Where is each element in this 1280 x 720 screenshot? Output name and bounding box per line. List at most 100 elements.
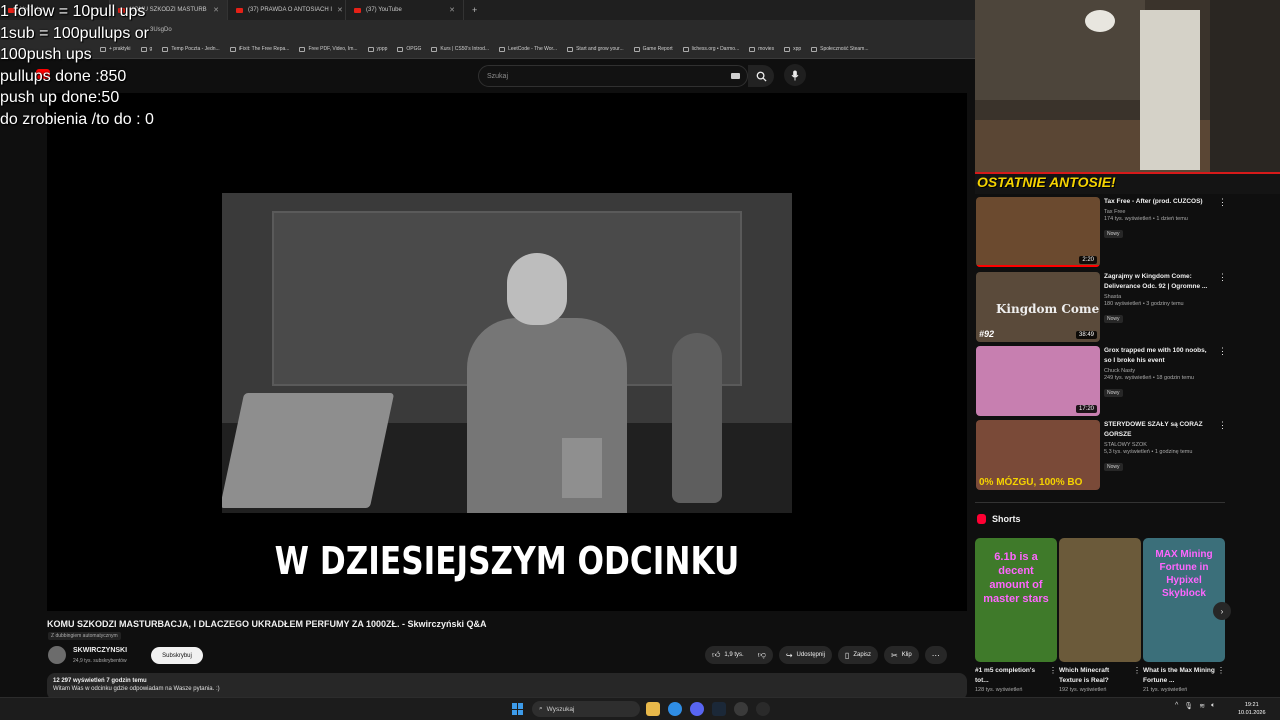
- bookmark-item[interactable]: lichess.org • Darmo...: [682, 46, 739, 52]
- subscribe-button[interactable]: Subskrybuj: [151, 647, 203, 664]
- share-button[interactable]: ↪ Udostępnij: [778, 646, 832, 664]
- clock-date: 10.01.2026: [1238, 710, 1266, 716]
- keyboard-icon[interactable]: [731, 73, 740, 79]
- video-title[interactable]: STERYDOWE SZAŁY są CORAZ GORSZE: [1104, 420, 1212, 440]
- new-badge: Nowy: [1104, 463, 1123, 471]
- folder-icon: [397, 46, 404, 52]
- overlay-line: pullups done :850: [0, 67, 127, 85]
- chrome-icon[interactable]: [668, 702, 682, 716]
- channel-name[interactable]: Tax Free: [1104, 209, 1212, 215]
- short-thumbnail[interactable]: 6.1b is a decent amount of master stars: [975, 538, 1057, 662]
- close-icon[interactable]: ✕: [213, 6, 219, 14]
- bookmark-icon: ▯: [844, 650, 850, 660]
- bookmark-item[interactable]: iFixit: The Free Repa...: [229, 46, 289, 52]
- bookmark-item[interactable]: yppp: [367, 46, 387, 52]
- short-title[interactable]: What is the Max Mining Fortune ...: [1143, 666, 1215, 686]
- obs-icon[interactable]: [734, 702, 748, 716]
- save-button[interactable]: ▯ Zapisz: [837, 646, 878, 664]
- more-vertical-icon[interactable]: ⋮: [1217, 666, 1225, 675]
- bookmark-item[interactable]: Free PDF, Video, Im...: [299, 46, 358, 52]
- recommended-video[interactable]: Kingdom Come #92 38:49 Zagrajmy w Kingdo…: [976, 272, 1227, 344]
- video-thumbnail[interactable]: 0% MÓZGU, 100% BO: [976, 420, 1100, 490]
- microphone-icon[interactable]: 🎙︎: [1184, 702, 1193, 710]
- share-icon: ↪: [785, 650, 793, 660]
- more-actions-button[interactable]: ⋯: [924, 646, 947, 664]
- short-thumbnail[interactable]: [1059, 538, 1141, 662]
- more-vertical-icon[interactable]: ⋮: [1218, 197, 1227, 208]
- taskbar-search[interactable]: ⌕ Wyszukaj: [532, 701, 640, 717]
- recommended-video[interactable]: 17:20 Grox trapped me with 100 noobs, so…: [976, 346, 1227, 418]
- chevron-right-icon: ›: [1220, 606, 1224, 616]
- more-vertical-icon[interactable]: ⋮: [1049, 666, 1057, 675]
- video-title[interactable]: Grox trapped me with 100 noobs, so I bro…: [1104, 346, 1212, 366]
- search-input[interactable]: Szukaj: [478, 65, 748, 87]
- browser-tab-3[interactable]: (37) PRAWDA O ANTOSIACH I ✕: [228, 0, 346, 20]
- youtube-favicon-icon: [236, 7, 243, 13]
- dubbing-label: Z dubbingiem automatycznym: [48, 632, 121, 640]
- search-button[interactable]: [748, 65, 774, 87]
- browser-tab-4[interactable]: (37) YouTube ✕: [346, 0, 464, 20]
- divider: [975, 502, 1225, 503]
- video-title: KOMU SZKODZI MASTURBACJA, I DLACZEGO UKR…: [47, 619, 487, 629]
- video-title[interactable]: Tax Free - After (prod. CUZCOS): [1104, 197, 1212, 207]
- bookmark-item[interactable]: Game Report: [633, 46, 673, 52]
- volume-icon[interactable]: 🔈︎: [1211, 702, 1215, 710]
- channel-avatar[interactable]: [48, 646, 66, 664]
- bookmark-item[interactable]: Start and grow your...: [567, 46, 624, 52]
- bookmark-favicon-icon: [567, 46, 574, 52]
- shorts-next-button[interactable]: ›: [1213, 602, 1231, 620]
- chevron-up-icon[interactable]: ^: [1175, 702, 1178, 710]
- channel-name[interactable]: Chuck Nasty: [1104, 368, 1212, 374]
- more-vertical-icon[interactable]: ⋮: [1218, 346, 1227, 357]
- recommended-video[interactable]: 2:20 Tax Free - After (prod. CUZCOS) Tax…: [976, 197, 1227, 269]
- thumbnail-text: MAX Mining Fortune in Hypixel Skyblock: [1155, 549, 1213, 599]
- video-thumbnail[interactable]: 2:20: [976, 197, 1100, 267]
- short-title[interactable]: Which Minecraft Texture is Real?: [1059, 666, 1131, 686]
- bookmark-item[interactable]: Społeczność Steam...: [811, 46, 869, 52]
- bookmark-item[interactable]: Kurs | CS50's Introd...: [431, 46, 489, 52]
- recommended-video[interactable]: 0% MÓZGU, 100% BO STERYDOWE SZAŁY są COR…: [976, 420, 1227, 492]
- short-card[interactable]: MAX Mining Fortune in Hypixel Skyblock W…: [1143, 538, 1225, 693]
- windows-start-icon[interactable]: [512, 703, 524, 715]
- new-badge: Nowy: [1104, 389, 1123, 397]
- short-card[interactable]: Which Minecraft Texture is Real? 192 tys…: [1059, 538, 1141, 693]
- bookmark-item[interactable]: LeetCode - The Wor...: [499, 46, 557, 52]
- channel-name[interactable]: Shasta: [1104, 294, 1212, 300]
- video-thumbnail[interactable]: Kingdom Come #92 38:49: [976, 272, 1100, 342]
- scissors-icon: ✂: [890, 650, 898, 660]
- more-vertical-icon[interactable]: ⋮: [1133, 666, 1141, 675]
- video-title[interactable]: Zagrajmy w Kingdom Come: Deliverance Odc…: [1104, 272, 1212, 292]
- like-button[interactable]: 👍︎ 1,9 tys. 👎︎: [705, 646, 773, 664]
- new-badge: Nowy: [1104, 315, 1123, 323]
- bookmark-item[interactable]: Temp Poczta - Jedn...: [162, 46, 220, 52]
- system-clock[interactable]: 19:21 10.01.2026: [1238, 701, 1266, 717]
- bookmark-item[interactable]: xpp: [784, 46, 801, 52]
- new-tab-icon[interactable]: +: [464, 5, 485, 15]
- description-box[interactable]: 12 297 wyświetleń 7 godzin temu Witam Wa…: [47, 673, 967, 700]
- channel-name[interactable]: STALOWY SZOK: [1104, 442, 1212, 448]
- close-icon[interactable]: ✕: [449, 6, 455, 14]
- duration-badge: 17:20: [1075, 405, 1097, 413]
- wifi-icon[interactable]: ≋: [1199, 702, 1205, 710]
- channel-name[interactable]: SKWIRCZYNSKI: [73, 647, 127, 654]
- short-views: 128 tys. wyświetleń: [975, 687, 1023, 693]
- bookmark-item[interactable]: OPGG: [397, 46, 421, 52]
- file-explorer-icon[interactable]: [646, 702, 660, 716]
- wooden-statue: [672, 333, 722, 503]
- clip-button[interactable]: ✂ Klip: [883, 646, 919, 664]
- short-thumbnail[interactable]: MAX Mining Fortune in Hypixel Skyblock: [1143, 538, 1225, 662]
- voice-search-button[interactable]: [784, 64, 806, 86]
- steam-icon[interactable]: [712, 702, 726, 716]
- video-player[interactable]: W DZIESIEJSZYM ODCINKU: [47, 93, 967, 611]
- bookmark-item[interactable]: movies: [749, 46, 774, 52]
- short-card[interactable]: 6.1b is a decent amount of master stars …: [975, 538, 1057, 693]
- thumbs-up-icon: 👍︎: [712, 650, 721, 659]
- thumbs-down-icon[interactable]: 👎︎: [758, 650, 766, 660]
- app-icon[interactable]: [756, 702, 770, 716]
- more-vertical-icon[interactable]: ⋮: [1218, 272, 1227, 283]
- close-icon[interactable]: ✕: [337, 6, 343, 14]
- short-title[interactable]: #1 m5 completion's tot...: [975, 666, 1047, 686]
- video-thumbnail[interactable]: 17:20: [976, 346, 1100, 416]
- more-vertical-icon[interactable]: ⋮: [1218, 420, 1227, 431]
- discord-icon[interactable]: [690, 702, 704, 716]
